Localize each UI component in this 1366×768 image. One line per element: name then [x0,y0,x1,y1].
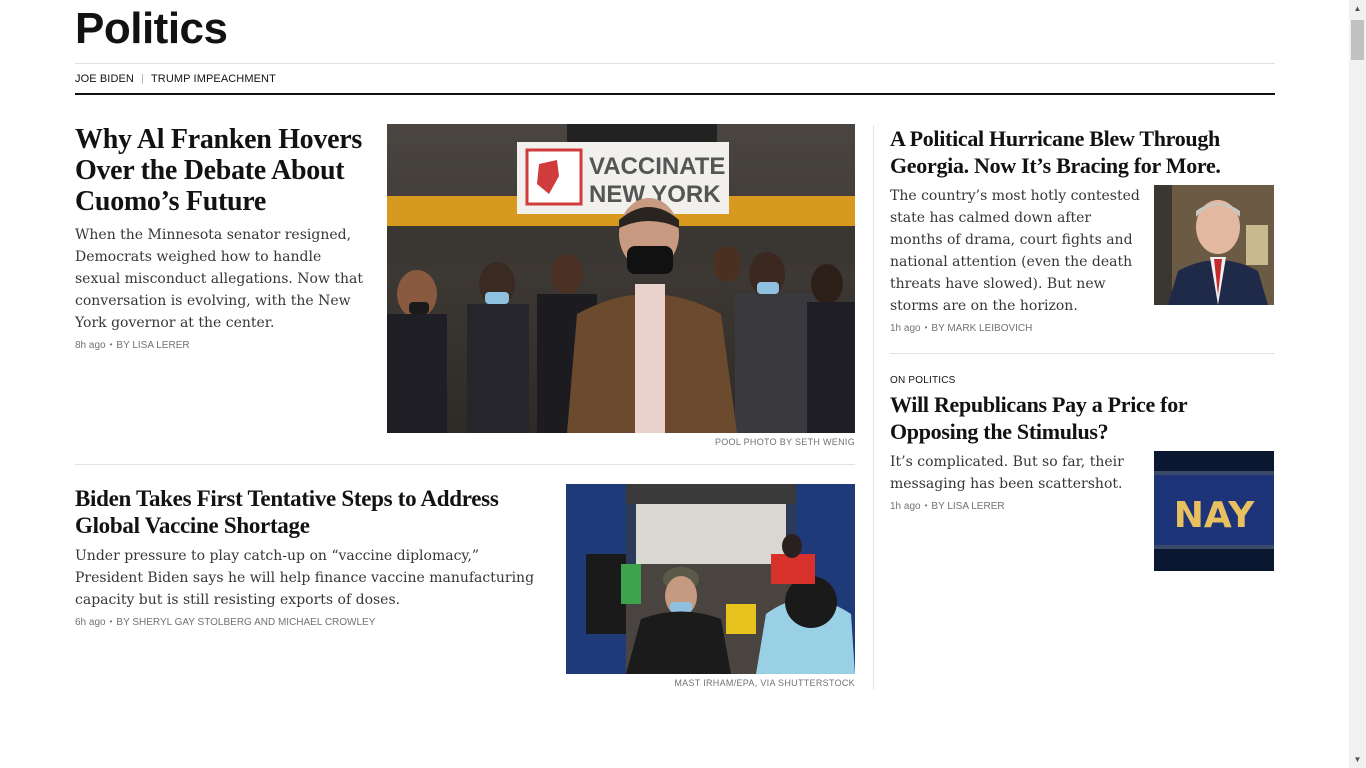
portrait-graphic [1154,185,1274,305]
nay-board-graphic: NAY [1154,451,1274,571]
story-summary: The country’s most hotly contested state… [890,188,1140,314]
story-timestamp: 8h ago [75,340,106,351]
meta-dot: • [109,340,113,349]
scrollbar-thumb[interactable] [1351,20,1364,60]
meta-dot: • [924,323,928,332]
nay-text: NAY [1174,495,1256,536]
vaccination-photo-graphic [566,484,855,674]
cuomo-photo[interactable]: VACCINATE NEW YORK [387,124,855,433]
story-byline[interactable]: By LISA LERER [116,340,189,351]
story-byline[interactable]: By MARK LEIBOVICH [931,323,1032,334]
scroll-up-arrow-icon[interactable]: ▲ [1349,0,1366,17]
subnav-link-joe-biden[interactable]: JOE BIDEN [75,73,134,85]
cuomo-photo-graphic: VACCINATE NEW YORK [387,124,855,433]
georgia-official-portrait[interactable] [1154,185,1274,305]
story-timestamp: 1h ago [890,323,921,334]
section-rule [75,93,1275,95]
meta-dot: • [924,501,928,510]
story-meta: 8h ago • By LISA LERER [75,340,190,352]
header-divider [75,63,1275,64]
story-headline[interactable]: Why Al Franken Hovers Over the Debate Ab… [75,124,375,217]
image-credit: POOL PHOTO BY SETH WENIG [714,437,855,447]
vertical-scrollbar[interactable]: ▲ ▼ [1349,0,1366,768]
vaccination-photo[interactable] [566,484,855,674]
image-credit: MAST IRHAM/EPA, VIA SHUTTERSTOCK [674,678,855,688]
story-summary: When the Minnesota senator resigned, Dem… [75,227,364,331]
story-meta: 1h ago • By MARK LEIBOVICH [890,323,1032,335]
story-meta: 6h ago • By SHERYL GAY STOLBERG and MICHAE… [75,617,375,629]
politics-section-page: Politics JOE BIDEN TRUMP IMPEACHMENT Why… [75,0,1275,768]
story-byline[interactable]: By LISA LERER [931,501,1004,512]
subnav-link-trump-impeachment[interactable]: TRUMP IMPEACHMENT [151,73,276,85]
story-summary: Under pressure to play catch-up on “vacc… [75,548,535,608]
story-timestamp: 1h ago [890,501,921,512]
sign-line-1: VACCINATE [589,153,725,180]
story-meta: 1h ago • By LISA LERER [890,501,1005,513]
story-headline[interactable]: A Political Hurricane Blew Through Georg… [890,125,1275,179]
story-summary: It’s complicated. But so far, their mess… [890,454,1124,492]
subsection-nav: JOE BIDEN TRUMP IMPEACHMENT [75,73,276,85]
story-timestamp: 6h ago [75,617,106,628]
story-byline[interactable]: By SHERYL GAY STOLBERG and MICHAEL CROWL… [116,617,375,628]
story-headline[interactable]: Biden Takes First Tentative Steps to Add… [75,485,555,539]
page-title: Politics [75,4,228,53]
nay-vote-board-photo[interactable]: NAY [1154,451,1274,571]
story-divider [890,353,1275,354]
scroll-down-arrow-icon[interactable]: ▼ [1349,751,1366,768]
meta-dot: • [109,617,113,626]
subnav-separator [141,74,143,84]
story-divider [75,464,855,465]
story-kicker[interactable]: ON POLITICS [890,375,956,387]
column-divider [873,125,874,690]
story-headline[interactable]: Will Republicans Pay a Price for Opposin… [890,391,1210,445]
